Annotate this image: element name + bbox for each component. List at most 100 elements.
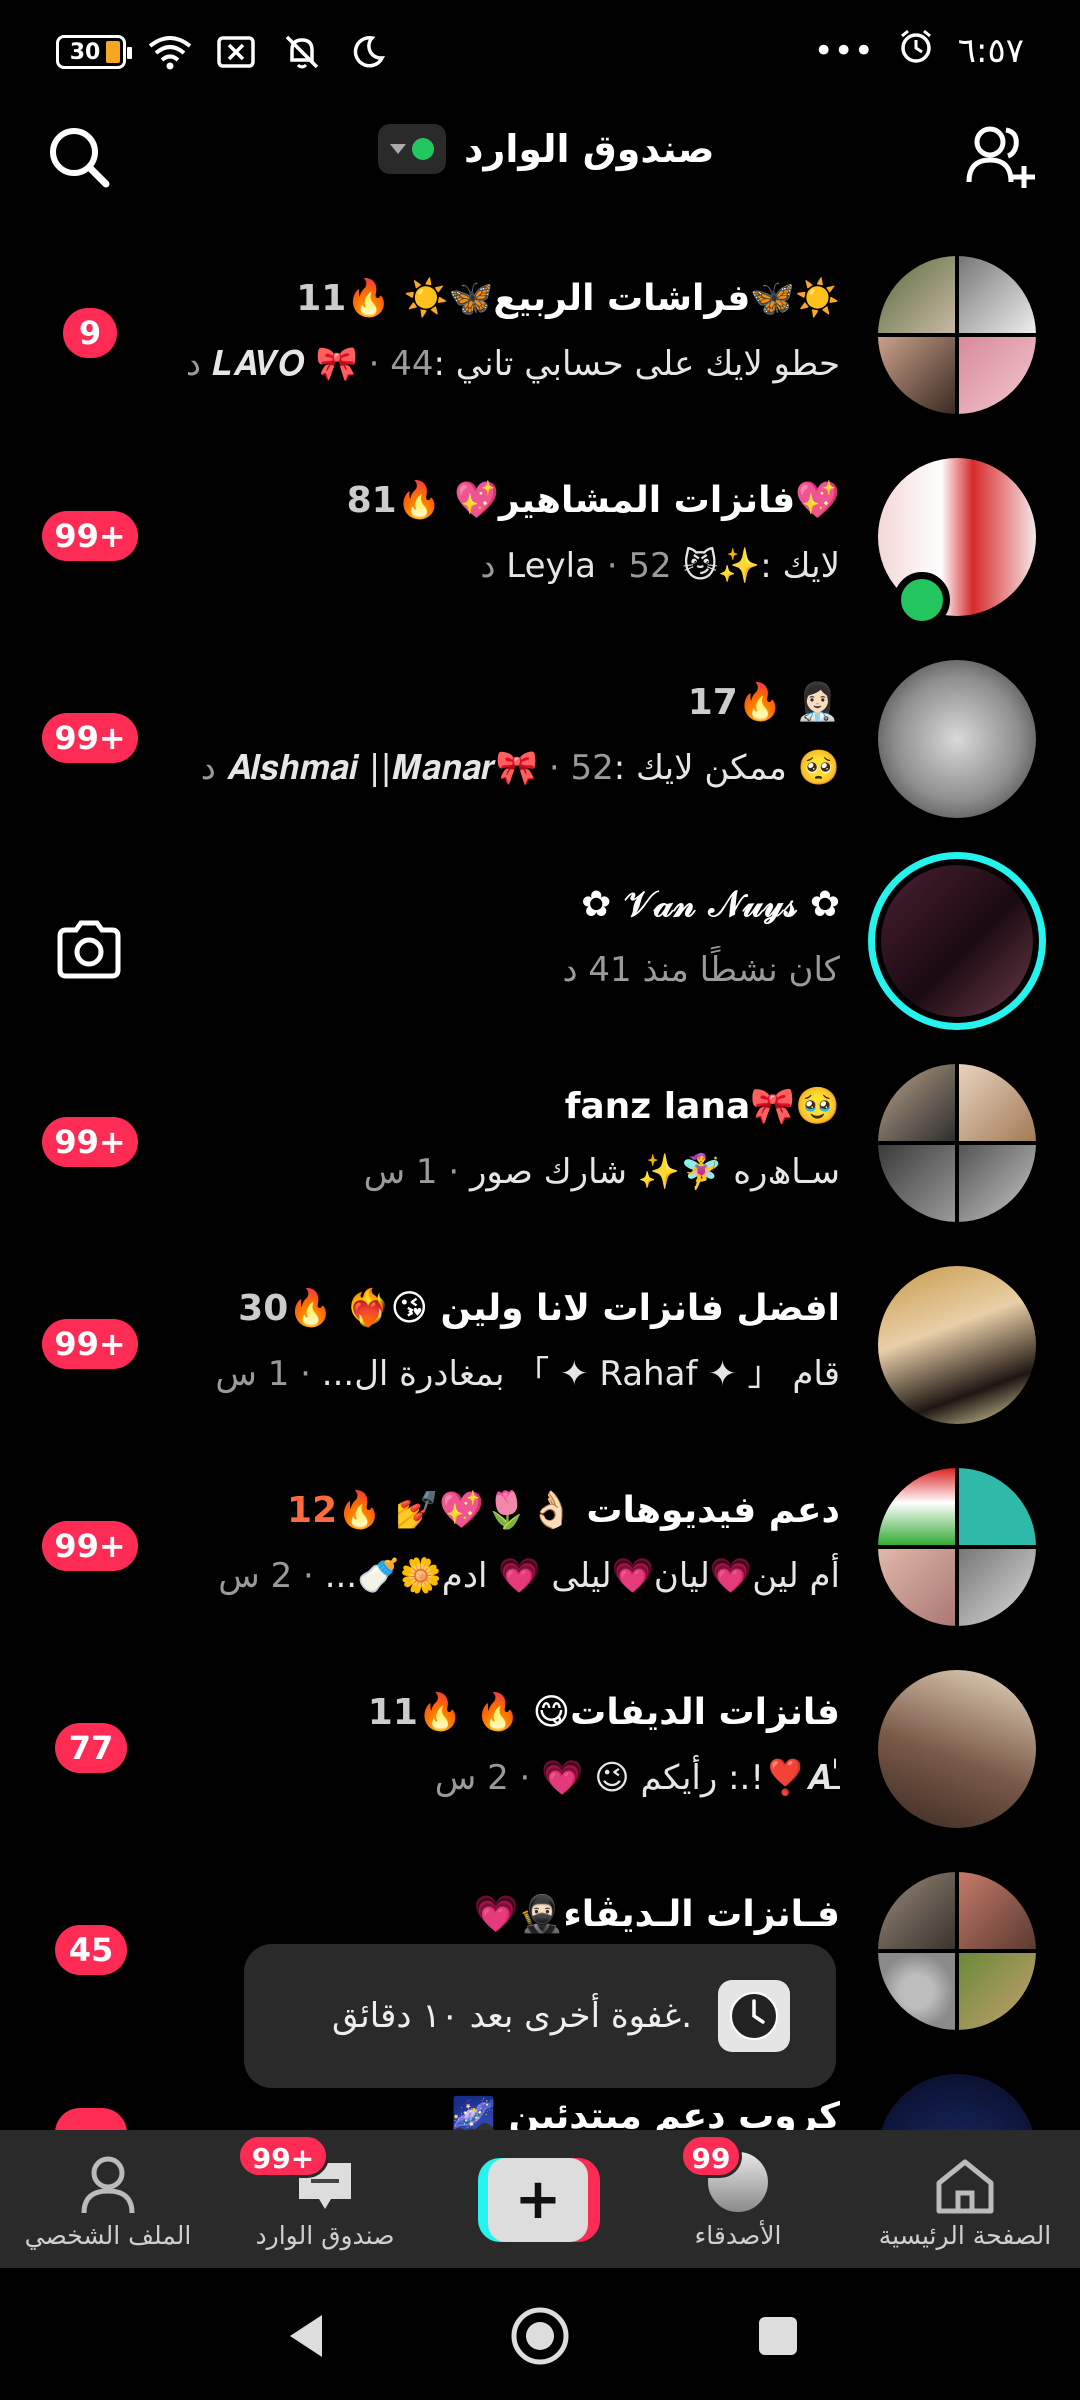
tab-profile-label: الملف الشخصي [24,2221,192,2250]
system-nav-bar [0,2268,1080,2400]
list-item[interactable]: 👩🏻‍⚕️ 🔥17 🥺 ممكن لايك :𝑨𝒍𝒔𝒉𝒎𝒂𝒊 ||𝑴𝒂𝒏𝒂𝒓🎀 … [0,634,1080,834]
battery-level: 30 [69,39,101,65]
add-people-icon [966,126,1035,188]
group-avatar [878,660,1036,818]
tab-friends[interactable]: الأصدقاء 99 [658,2130,818,2268]
clock-icon [718,1980,790,2052]
list-item[interactable]: ☀️🦋فراشات الربيع🦋☀️ 🔥11 حطو لايك على حسا… [0,230,1080,430]
toast-message: غفوة أخرى بعد ١٠ دقائق. [331,1996,692,2036]
list-item[interactable]: دعم فيديوهات 👌🏻🌷💖💅 🔥12 أم لين💗ليان💗ليلى … [0,1442,1080,1642]
conversation-title: افضل فانزات لانا ولين 😘❤️‍🔥 🔥30 [238,1288,840,1329]
unread-badge: 45 [55,1925,127,1975]
conversation-title: ☀️🦋فراشات الربيع🦋☀️ 🔥11 [296,278,840,319]
conversation-text: ✿ 𝒱𝒶𝓃 𝒩𝓊𝓎𝓈 ✿ كان نشطًا منذ 41 د [160,880,840,994]
add-friend-button[interactable] [966,122,1038,190]
battery-icon: 30 [56,35,132,69]
no-sim-icon [214,30,258,74]
conversation-text: 👩🏻‍⚕️ 🔥17 🥺 ممكن لايك :𝑨𝒍𝒔𝒉𝒎𝒂𝒊 ||𝑴𝒂𝒏𝒂𝒓🎀 … [160,678,840,792]
inbox-badge: 99+ [237,2134,329,2178]
status-icons-right: ••• ٦:٥٧ [814,28,1024,73]
tab-home-label: الصفحة الرئيسية [878,2221,1052,2250]
unread-badge: 99+ [42,1319,138,1369]
conversation-title: 💖فانزات المشاهير💖 🔥81 [346,480,840,521]
tab-inbox[interactable]: صندوق الوارد 99+ [237,2130,405,2268]
unread-badge: 9 [63,308,117,358]
list-item[interactable]: افضل فانزات لانا ولين 😘❤️‍🔥 🔥30 قام 「 ✦ … [0,1240,1080,1440]
list-item[interactable]: فانزات الديفات😋 🔥 🔥11 ـٰٰ𝑨❣️!.: رأيكم 😉 … [0,1644,1080,1844]
conversation-title: 🥹🎀fanz lana [564,1086,840,1127]
search-button[interactable] [46,124,112,190]
camera-icon [57,920,121,979]
conversation-text: ☀️🦋فراشات الربيع🦋☀️ 🔥11 حطو لايك على حسا… [160,274,840,388]
conversation-preview: حطو لايك على حسابي تاني :𝑳𝑨𝑽𝑶 🎀 · 44 د [185,344,840,384]
muted-bell-icon [280,30,324,74]
snooze-toast: غفوة أخرى بعد ١٠ دقائق. [244,1944,836,2088]
unread-badge: 99+ [42,1117,138,1167]
story-avatar[interactable] [868,852,1046,1030]
conversation-text: 🥹🎀fanz lana سـاﮪره 🧚‍♀️✨ شارك صور · 1 س [160,1082,840,1196]
conversation-text: 💖فانزات المشاهير💖 🔥81 لايك :✨😼 Leyla · 5… [160,476,840,590]
page-title: صندوق الوارد [464,127,715,171]
group-avatar [878,1670,1036,1828]
recents-button[interactable] [748,2306,808,2366]
home-circle-icon [511,2307,569,2365]
moon-icon [346,30,390,74]
friends-badge: 99 [680,2134,742,2178]
chevron-down-icon [390,144,406,154]
conversation-text: دعم فيديوهات 👌🏻🌷💖💅 🔥12 أم لين💗ليان💗ليلى … [160,1486,840,1600]
conversation-text: افضل فانزات لانا ولين 😘❤️‍🔥 🔥30 قام 「 ✦ … [160,1284,840,1398]
create-button[interactable]: + [478,2158,600,2242]
conversation-preview: 🥺 ممكن لايك :𝑨𝒍𝒔𝒉𝒎𝒂𝒊 ||𝑴𝒂𝒏𝒂𝒓🎀 · 52 د [200,748,840,788]
group-avatar [878,2074,1036,2130]
list-item[interactable]: 🥹🎀fanz lana سـاﮪره 🧚‍♀️✨ شارك صور · 1 س … [0,1038,1080,1238]
wifi-icon [148,30,192,74]
unread-badge: 99+ [42,713,138,763]
status-icons-left: 30 [56,30,390,74]
home-nav-button[interactable] [510,2306,570,2366]
clock-time: ٦:٥٧ [957,30,1024,71]
camera-button[interactable] [54,920,124,980]
tab-profile[interactable]: الملف الشخصي [18,2130,198,2268]
plus-icon: + [488,2158,588,2242]
conversation-title: ✿ 𝒱𝒶𝓃 𝒩𝓊𝓎𝓈 ✿ [581,884,840,925]
group-avatar [878,1266,1036,1424]
unread-badge: 99+ [42,511,138,561]
profile-icon [81,2156,135,2214]
conversation-title: دعم فيديوهات 👌🏻🌷💖💅 🔥12 [287,1490,840,1531]
tab-friends-label: الأصدقاء [694,2221,782,2250]
online-indicator [894,572,950,628]
conversation-preview: أم لين💗ليان💗ليلى 💗 ادم🌼🍼... · 2 س [218,1556,840,1596]
alarm-icon [898,28,934,73]
more-dots-icon: ••• [813,30,874,71]
back-button[interactable] [276,2306,336,2366]
group-avatar [878,1872,1036,2030]
tab-home[interactable]: الصفحة الرئيسية [870,2130,1060,2268]
conversation-preview: سـاﮪره 🧚‍♀️✨ شارك صور · 1 س [363,1152,840,1192]
conversation-title: كروب دعم مبتدئين 🌌 [451,2096,840,2130]
online-dot-icon [412,138,434,160]
list-item[interactable]: ✿ 𝒱𝒶𝓃 𝒩𝓊𝓎𝓈 ✿ كان نشطًا منذ 41 د [0,836,1080,1036]
conversation-preview: ـٰٰ𝑨❣️!.: رأيكم 😉 💗 · 2 س [434,1758,840,1798]
header-center: صندوق الوارد [378,124,715,174]
unread-badge: 77 [55,1723,127,1773]
group-avatar [878,1468,1036,1626]
conversation-title: فانزات الديفات😋 🔥 🔥11 [367,1692,840,1733]
list-item[interactable]: 💖فانزات المشاهير💖 🔥81 لايك :✨😼 Leyla · 5… [0,432,1080,632]
search-icon [50,128,110,188]
status-bar: 30 ••• ٦:٥٧ [0,0,1080,100]
inbox-header: صندوق الوارد [0,110,1080,200]
tab-inbox-label: صندوق الوارد [255,2221,395,2250]
conversation-title: 👩🏻‍⚕️ 🔥17 [687,682,840,723]
group-avatar [878,256,1036,414]
online-status-toggle[interactable] [378,124,446,174]
conversation-list: ☀️🦋فراشات الربيع🦋☀️ 🔥11 حطو لايك على حسا… [0,230,1080,2130]
bottom-tab-bar: الملف الشخصي صندوق الوارد 99+ + الأصدقاء… [0,2130,1080,2268]
conversation-preview: لايك :✨😼 Leyla · 52 د [480,546,840,586]
back-triangle-icon [290,2315,322,2357]
recents-square-icon [759,2317,797,2355]
unread-badge: 99+ [42,1521,138,1571]
conversation-title: فـانزات الـديڤاء🥷🏻💗 [473,1894,840,1935]
conversation-preview: كان نشطًا منذ 41 د [562,950,840,990]
home-icon [936,2159,994,2214]
unread-badge [55,2108,127,2130]
